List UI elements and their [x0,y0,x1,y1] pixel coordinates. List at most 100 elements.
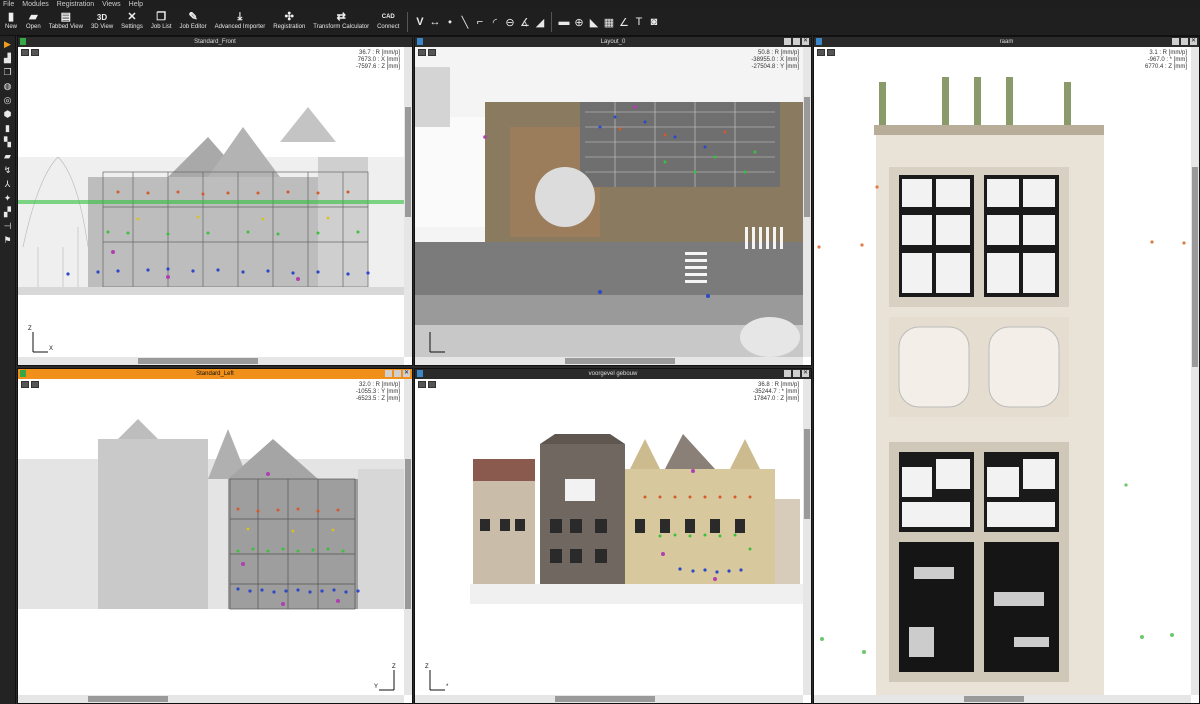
hatch-icon[interactable]: ▦ [601,9,616,35]
point-measure-icon[interactable]: ⬩ [442,9,457,35]
copy-icon[interactable]: ❐ [2,67,13,78]
horizontal-scrollbar[interactable] [18,357,404,365]
view-standard-front[interactable]: Standard_Front 36.7 : R [mm/p] 7673.0 : … [17,36,413,366]
select-v-icon[interactable]: V [412,9,427,35]
circle-measure-icon[interactable]: ⊖ [502,9,517,35]
view-options-button[interactable] [428,49,436,56]
angle-tool-icon[interactable]: ∠ [616,9,631,35]
sphere-icon[interactable]: ◎ [2,95,13,106]
tabbed-view-button[interactable]: ▤ Tabbed View [45,9,87,35]
job-editor-button[interactable]: ✎ Job Editor [176,9,211,35]
map-icon[interactable]: ▚ [2,137,13,148]
folder-icon[interactable]: ▰ [2,151,13,162]
registration-button[interactable]: ✣ Registration [269,9,309,35]
text-icon[interactable]: T [631,9,646,35]
triangle-icon[interactable]: ◣ [586,9,601,35]
horizontal-scrollbar[interactable] [415,695,803,703]
menu-help[interactable]: Help [129,0,143,9]
view-layout-0[interactable]: Layout_0 ✕ 50.8 : R [mm/p] -38955.0 : X … [414,36,812,366]
point-cloud-canvas[interactable]: 32.0 : R [mm/p] -1055.3 : Y [mm] -6523.5… [18,379,404,695]
top-view-scan [415,47,803,357]
point-cloud-canvas[interactable]: 50.8 : R [mm/p] -38955.0 : X [mm] -27504… [415,47,803,357]
view-options-button[interactable] [31,49,39,56]
align-icon[interactable]: ⊣ [2,221,13,232]
menu-views[interactable]: Views [102,0,121,9]
point-cloud-canvas[interactable]: 36.7 : R [mm/p] 7673.0 : X [mm] -7597.6 … [18,47,404,357]
view-mode-button[interactable] [21,381,29,388]
minimize-icon[interactable] [385,370,392,377]
vertical-scrollbar[interactable] [1191,47,1199,695]
new-button[interactable]: ▮ New [0,9,22,35]
minimize-icon[interactable] [1172,38,1179,45]
pointer-icon[interactable]: ▶ [2,39,13,50]
globe-icon[interactable]: ◍ [2,81,13,92]
cube-icon[interactable]: ⬢ [2,109,13,120]
left-toolbar: ▶ ▟ ❐ ◍ ◎ ⬢ ▮ ▚ ▰ ↯ ⅄ ✦ ▞ ⊣ ⚑ [0,36,16,704]
view-mode-button[interactable] [817,49,825,56]
menu-file[interactable]: File [3,0,14,9]
view-mode-button[interactable] [418,49,426,56]
vertical-scrollbar[interactable] [803,379,811,695]
axis-gizmo: Z X [28,326,54,354]
transform-calculator-button[interactable]: ⇄ Transform Calculator [309,9,373,35]
window-controls: ✕ [385,370,410,377]
horizontal-scrollbar[interactable] [814,695,1191,703]
view-options-button[interactable] [31,381,39,388]
slice-icon[interactable]: ▬ [556,9,571,35]
view-voorgevel-gebouw[interactable]: voorgevel gebouw ✕ 36.8 : R [mm/p] -3524… [414,368,812,704]
view-title: Standard_Front [194,39,236,45]
view-standard-left[interactable]: Standard_Left ✕ 32.0 : R [mm/p] -1055.3 … [17,368,413,704]
horizontal-scrollbar[interactable] [18,695,404,703]
maximize-icon[interactable] [1181,38,1188,45]
close-icon[interactable]: ✕ [1190,38,1197,45]
menu-modules[interactable]: Modules [22,0,48,9]
target-icon[interactable]: ✦ [2,193,13,204]
close-icon[interactable]: ✕ [403,370,410,377]
minimize-icon[interactable] [784,38,791,45]
cad-connect-button[interactable]: CAD Connect [373,9,403,35]
vertical-scrollbar[interactable] [803,47,811,357]
layers-icon[interactable]: ▟ [2,53,13,64]
maximize-icon[interactable] [394,370,401,377]
job-list-button[interactable]: ❐ Job List [147,9,176,35]
cylinder-icon[interactable]: ▮ [2,123,13,134]
view-buttons [21,381,39,388]
close-icon[interactable]: ✕ [802,38,809,45]
view-options-button[interactable] [428,381,436,388]
maximize-icon[interactable] [793,38,800,45]
close-icon[interactable]: ✕ [802,370,809,377]
flag-icon[interactable]: ⚑ [2,235,13,246]
angle-icon[interactable]: ∡ [517,9,532,35]
view-type-icon [20,370,26,377]
line-icon[interactable]: ╲ [457,9,472,35]
point-cloud-canvas[interactable]: 3.1 : R [mm/p] -967.0 : * [mm] 6770.4 : … [814,47,1191,695]
point-cloud-canvas[interactable]: 36.8 : R [mm/p] -35244.7 : * [mm] 17847.… [415,379,803,695]
horizontal-scrollbar[interactable] [415,357,803,365]
maximize-icon[interactable] [793,370,800,377]
view-raam[interactable]: raam ✕ 3.1 : R [mm/p] -967.0 : * [mm] 67… [813,36,1200,704]
settings-tools-icon: ✕ [127,11,137,23]
arc-icon[interactable]: ◜ [487,9,502,35]
settings-button[interactable]: ✕ Settings [117,9,147,35]
open-button[interactable]: ▰ Open [22,9,45,35]
view-title-bar: Standard_Left ✕ [18,369,412,379]
vertical-scrollbar[interactable] [404,379,412,695]
new-file-icon: ▮ [7,11,15,23]
view-options-button[interactable] [827,49,835,56]
crosshair-icon[interactable]: ⊕ [571,9,586,35]
grid-icon[interactable]: ▞ [2,207,13,218]
view-mode-button[interactable] [418,381,426,388]
tag-icon[interactable]: ◙ [646,9,661,35]
distance-icon[interactable]: ↔ [427,9,442,35]
vertical-scrollbar[interactable] [404,47,412,357]
view-mode-button[interactable] [21,49,29,56]
area-icon[interactable]: ◢ [532,9,547,35]
view-title-bar: Standard_Front [18,37,412,47]
3d-view-button[interactable]: 3D 3D View [87,9,117,35]
axis-icon[interactable]: ⅄ [2,179,13,190]
advanced-importer-button[interactable]: ⤓ Advanced Importer [211,9,270,35]
corner-icon[interactable]: ⌐ [472,9,487,35]
walk-icon[interactable]: ↯ [2,165,13,176]
minimize-icon[interactable] [784,370,791,377]
menu-registration[interactable]: Registration [57,0,94,9]
